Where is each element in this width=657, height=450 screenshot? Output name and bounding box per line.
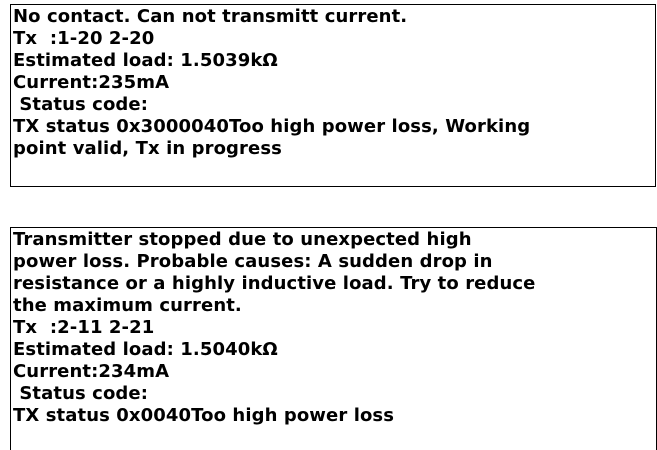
error-message-line: the maximum current.: [13, 295, 242, 316]
tx-status-line: TX status 0x3000040Too high power loss, …: [13, 116, 531, 137]
current-line: Current:235mA: [13, 72, 170, 93]
tx-electrodes-line: Tx :1-20 2-20: [13, 28, 155, 49]
estimated-load-line: Estimated load: 1.5040kΩ: [13, 339, 278, 360]
error-message-line: No contact. Can not transmitt current.: [13, 6, 408, 27]
status-code-label: Status code:: [13, 383, 149, 404]
tx-status-line-continued: point valid, Tx in progress: [13, 138, 282, 159]
status-code-label: Status code:: [13, 94, 149, 115]
error-message-line: resistance or a highly inductive load. T…: [13, 273, 536, 294]
tx-electrodes-line: Tx :2-11 2-21: [13, 317, 155, 338]
estimated-load-line: Estimated load: 1.5039kΩ: [13, 50, 278, 71]
tx-status-line: TX status 0x0040Too high power loss: [13, 405, 395, 426]
error-message-line: Transmitter stopped due to unexpected hi…: [13, 229, 472, 250]
status-message-box-2: Transmitter stopped due to unexpected hi…: [10, 227, 657, 450]
status-message-box-1: No contact. Can not transmitt current. T…: [10, 4, 656, 187]
error-message-line: power loss. Probable causes: A sudden dr…: [13, 251, 493, 272]
current-line: Current:234mA: [13, 361, 170, 382]
